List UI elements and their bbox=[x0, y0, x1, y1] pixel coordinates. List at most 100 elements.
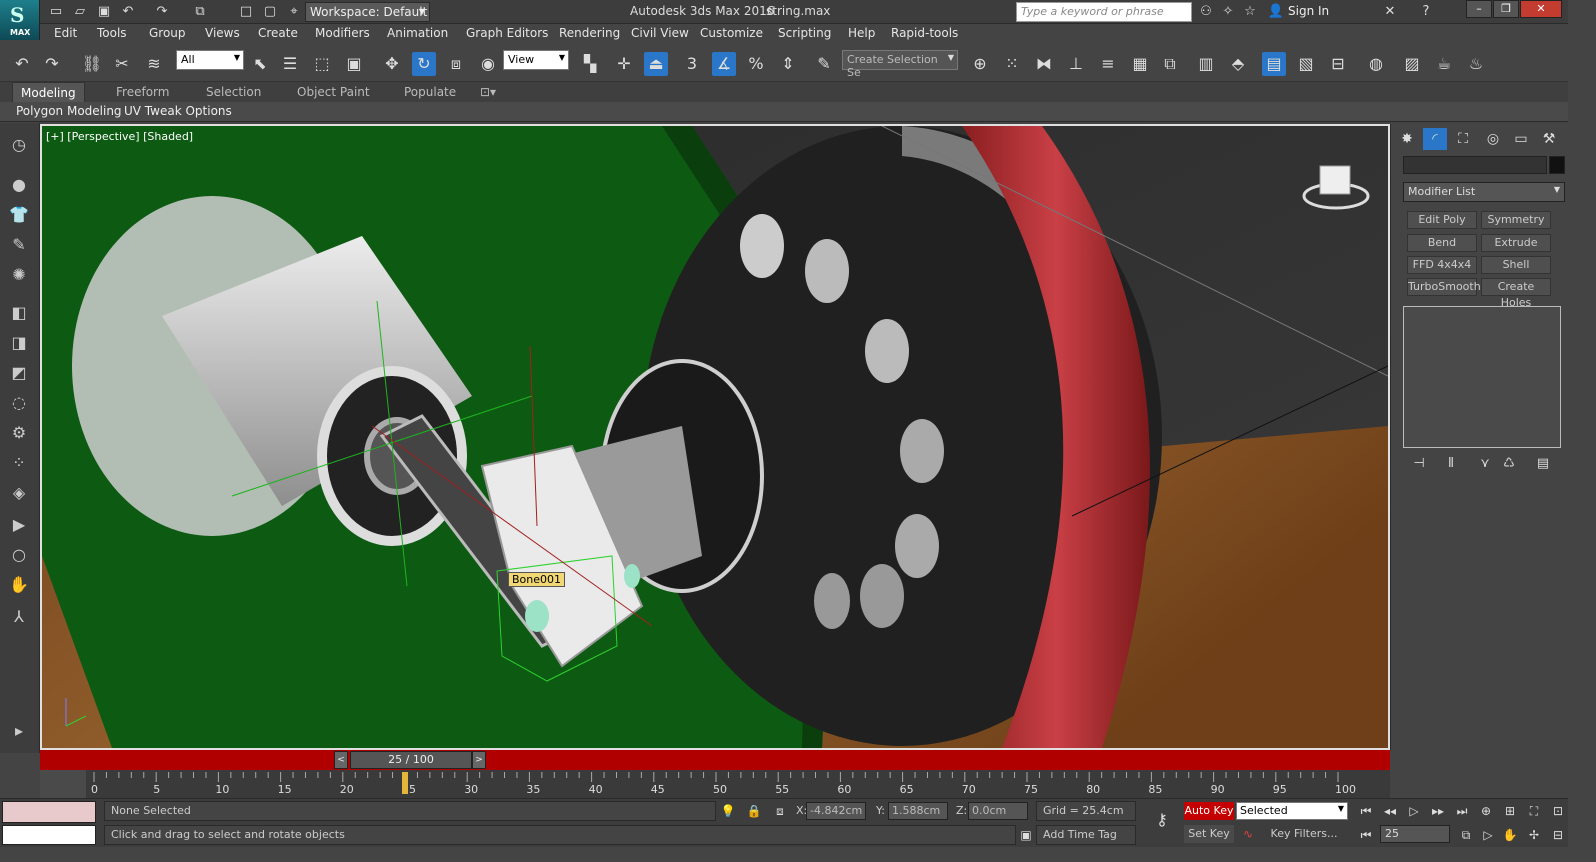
prev-frame-arrow-icon[interactable]: < bbox=[334, 751, 348, 769]
render-iterative-icon[interactable]: ▨ bbox=[1400, 52, 1424, 76]
maximize-viewport-icon[interactable]: ⊡ bbox=[1548, 802, 1568, 820]
particle-icon[interactable]: ✺ bbox=[6, 263, 32, 287]
select-object-icon[interactable]: ⬉ bbox=[248, 52, 272, 76]
motion-tab-icon[interactable]: ◎ bbox=[1481, 128, 1505, 150]
selection-filter-dropdown[interactable]: All ▼ bbox=[176, 50, 244, 70]
close-window-button[interactable]: ✕ bbox=[1520, 0, 1562, 18]
modifier-button-symmetry[interactable]: Symmetry bbox=[1481, 211, 1551, 229]
redo-icon[interactable]: ↷ bbox=[40, 52, 64, 76]
ribbon-polygon-modeling[interactable]: Polygon Modeling bbox=[16, 104, 122, 118]
ribbon-uv-tweak-options[interactable]: UV Tweak Options bbox=[124, 104, 232, 118]
show-end-result-icon[interactable]: ⫴ bbox=[1441, 456, 1461, 474]
set-key-button[interactable]: Set Key bbox=[1184, 825, 1234, 843]
window-select-icon[interactable]: ▢ bbox=[260, 3, 280, 21]
modifier-button-extrude[interactable]: Extrude bbox=[1481, 234, 1551, 252]
ribbon-options-icon[interactable]: ⊡▾ bbox=[480, 85, 496, 99]
pivot-center-icon[interactable]: ▚ bbox=[578, 52, 602, 76]
scale-icon[interactable]: ⧈ bbox=[444, 52, 468, 76]
help-icon[interactable]: ? bbox=[1416, 3, 1436, 21]
material-editor-icon[interactable]: ⬘ bbox=[1226, 52, 1250, 76]
z-coordinate-field[interactable]: 0.0cm bbox=[968, 802, 1028, 820]
modifier-button-edit-poly[interactable]: Edit Poly bbox=[1407, 211, 1477, 229]
mode-select-icon[interactable]: ◨ bbox=[6, 331, 32, 355]
snaps-toggle-icon[interactable]: 3 bbox=[680, 52, 704, 76]
lock-selection-icon[interactable]: 🔒 bbox=[744, 802, 764, 820]
mirror-icon[interactable]: ⧓ bbox=[1032, 52, 1056, 76]
current-frame-field[interactable]: 25 bbox=[1380, 825, 1450, 843]
orbit-icon[interactable]: ◌ bbox=[6, 391, 32, 415]
y-coordinate-field[interactable]: 1.588cm bbox=[888, 802, 948, 820]
time-slider[interactable]: 25 / 100 bbox=[350, 751, 472, 769]
tab-selection[interactable]: Selection bbox=[206, 85, 261, 99]
communication-center-icon[interactable]: ✧ bbox=[1218, 3, 1238, 21]
brush-icon[interactable]: ✎ bbox=[6, 233, 32, 257]
perspective-viewport[interactable]: [+] [Perspective] [Shaded] Bone001 bbox=[40, 124, 1390, 750]
menu-civil-view[interactable]: Civil View bbox=[631, 26, 689, 40]
key-mode-toggle-icon[interactable]: ⏮ bbox=[1356, 826, 1376, 844]
hierarchy-tab-icon[interactable]: ⛶ bbox=[1451, 128, 1475, 150]
undo-icon[interactable]: ↶ bbox=[10, 52, 34, 76]
modifier-button-bend[interactable]: Bend bbox=[1407, 234, 1477, 252]
gear-icon[interactable]: ⚙ bbox=[6, 421, 32, 445]
menu-help[interactable]: Help bbox=[848, 26, 875, 40]
unlink-icon[interactable]: ✂ bbox=[110, 52, 134, 76]
align-icon[interactable]: ⊥ bbox=[1064, 52, 1088, 76]
maximize-toggle-icon[interactable]: ⊟ bbox=[1548, 826, 1568, 844]
curve-editor-icon[interactable]: ⧉ bbox=[1158, 52, 1182, 76]
angle-snap-icon[interactable]: ∡ bbox=[712, 52, 736, 76]
time-config-icon[interactable]: ⧉ bbox=[1456, 826, 1476, 844]
key-icon[interactable]: ⚷ bbox=[1150, 811, 1174, 829]
create-tab-icon[interactable]: ✸ bbox=[1395, 128, 1419, 150]
modifier-stack[interactable] bbox=[1403, 306, 1561, 448]
remove-modifier-icon[interactable]: ♺ bbox=[1499, 456, 1519, 474]
menu-create[interactable]: Create bbox=[258, 26, 298, 40]
new-file-icon[interactable]: ▭ bbox=[46, 3, 66, 21]
configure-modifier-sets-icon[interactable]: ▤ bbox=[1533, 456, 1553, 474]
menu-edit[interactable]: Edit bbox=[54, 26, 77, 40]
render-production-icon[interactable]: ⊟ bbox=[1326, 52, 1350, 76]
next-frame-arrow-icon[interactable]: > bbox=[472, 751, 486, 769]
move-icon[interactable]: ✥ bbox=[380, 52, 404, 76]
save-file-icon[interactable]: ▣ bbox=[94, 3, 114, 21]
search-input[interactable]: Type a keyword or phrase bbox=[1016, 2, 1192, 22]
menu-modifiers[interactable]: Modifiers bbox=[315, 26, 370, 40]
tab-freeform[interactable]: Freeform bbox=[116, 85, 169, 99]
menu-graph-editors[interactable]: Graph Editors bbox=[466, 26, 548, 40]
schematic-view-icon[interactable]: ▥ bbox=[1194, 52, 1218, 76]
teapot-render-icon[interactable]: ♨ bbox=[1464, 52, 1488, 76]
modify-tab-icon[interactable]: ◜ bbox=[1423, 128, 1447, 150]
menu-scripting[interactable]: Scripting bbox=[778, 26, 831, 40]
shirt-icon[interactable]: 👕 bbox=[6, 203, 32, 227]
track-bar[interactable]: 0 5 10 15 20 25 30 35 40 45 50 55 60 65 70 75 80 85 90 95 10… bbox=[40, 770, 1390, 798]
menu-tools[interactable]: Tools bbox=[97, 26, 127, 40]
play-icon[interactable]: ▶ bbox=[6, 513, 32, 537]
select-by-name-icon[interactable]: ☰ bbox=[278, 52, 302, 76]
absolute-mode-icon[interactable]: ⧈ bbox=[770, 802, 790, 820]
select-manipulate-icon[interactable]: ✛ bbox=[612, 52, 636, 76]
tab-populate[interactable]: Populate bbox=[404, 85, 456, 99]
mode-track-icon[interactable]: ◩ bbox=[6, 361, 32, 385]
minimize-button[interactable]: – bbox=[1466, 0, 1492, 18]
maxscript-listener-output[interactable] bbox=[2, 801, 96, 823]
viewport-label[interactable]: [+] [Perspective] [Shaded] bbox=[46, 130, 193, 143]
rotate-icon[interactable]: ↻ bbox=[412, 52, 436, 76]
crosshair-icon[interactable]: ⊕ bbox=[968, 52, 992, 76]
make-unique-icon[interactable]: ⋎ bbox=[1475, 456, 1495, 474]
modifier-button-create-holes[interactable]: Create Holes bbox=[1481, 278, 1551, 309]
goto-end-icon[interactable]: ⏭ bbox=[1452, 802, 1472, 820]
grid-dots-icon[interactable]: ⁘ bbox=[6, 451, 32, 475]
vertex-snap-icon[interactable]: ⁙ bbox=[1000, 52, 1024, 76]
time-tag-icon[interactable]: ▣ bbox=[1016, 826, 1036, 844]
field-of-view-icon[interactable]: ▷ bbox=[1478, 826, 1498, 844]
rendered-frame-window-icon[interactable]: ▧ bbox=[1294, 52, 1318, 76]
maxscript-listener-input[interactable] bbox=[2, 825, 96, 845]
menu-views[interactable]: Views bbox=[205, 26, 240, 40]
window-crossing-icon[interactable]: □ bbox=[236, 3, 256, 21]
prev-key-icon[interactable]: ◂◂ bbox=[1380, 802, 1400, 820]
modifier-button-turbosmooth[interactable]: TurboSmooth bbox=[1407, 278, 1481, 296]
snap-target-icon[interactable]: ⌖ bbox=[284, 3, 304, 21]
key-mode-dropdown[interactable]: Selected ▼ bbox=[1236, 802, 1348, 820]
app-menu-button[interactable]: S MAX bbox=[0, 0, 40, 40]
menu-rendering[interactable]: Rendering bbox=[559, 26, 620, 40]
user-icon[interactable]: 👤 bbox=[1266, 3, 1286, 21]
